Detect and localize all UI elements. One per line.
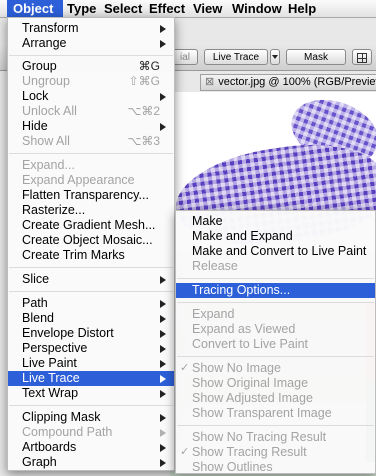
menu-item-compound-path[interactable]: Compound Path [8, 425, 174, 440]
menu-separator [177, 278, 374, 279]
submenu-arrow-icon [160, 429, 166, 437]
menu-item-show-tracing-result[interactable]: ✓ Show Tracing Result [176, 445, 375, 460]
menu-item-perspective[interactable]: Perspective [8, 341, 174, 356]
menu-view[interactable]: View [187, 0, 228, 17]
menu-item-envelope-distort[interactable]: Envelope Distort [8, 326, 174, 341]
menu-item-create-trim-marks[interactable]: Create Trim Marks [8, 248, 174, 263]
menu-separator [9, 291, 173, 292]
menu-item-create-object-mosaic[interactable]: Create Object Mosaic... [8, 233, 174, 248]
submenu-arrow-icon [160, 360, 166, 368]
menu-item-make[interactable]: Make [176, 214, 375, 229]
menu-item-expand-as-viewed[interactable]: Expand as Viewed [176, 322, 375, 337]
menu-item-clipping-mask[interactable]: Clipping Mask [8, 410, 174, 425]
partial-button[interactable]: ial [172, 49, 198, 65]
menu-item-blend[interactable]: Blend [8, 311, 174, 326]
menu-item-convert-to-live-paint[interactable]: Convert to Live Paint [176, 337, 375, 352]
menu-separator [177, 425, 374, 426]
menu-item-expand-appearance[interactable]: Expand Appearance [8, 173, 174, 188]
live-trace-submenu: Make Make and Expand Make and Convert to… [175, 210, 376, 474]
menu-separator [9, 405, 173, 406]
menu-item-live-trace[interactable]: Live Trace [8, 371, 174, 386]
menu-separator [9, 267, 173, 268]
menu-item-artboards[interactable]: Artboards [8, 440, 174, 455]
menu-item-make-and-expand[interactable]: Make and Expand [176, 229, 375, 244]
menu-effect[interactable]: Effect [143, 0, 191, 17]
menu-window[interactable]: Window [226, 0, 288, 17]
menu-bar: Object Type Select Effect View Window He… [0, 0, 376, 18]
menu-item-create-gradient-mesh[interactable]: Create Gradient Mesh... [8, 218, 174, 233]
mask-button[interactable]: Mask [286, 49, 346, 65]
menu-select[interactable]: Select [98, 0, 148, 17]
menu-item-tracing-options[interactable]: Tracing Options... [176, 283, 375, 298]
menu-separator [177, 302, 374, 303]
submenu-arrow-icon [160, 123, 166, 131]
menu-type[interactable]: Type [61, 0, 102, 17]
menu-object[interactable]: Object [7, 0, 63, 17]
menu-item-graph[interactable]: Graph [8, 455, 174, 470]
menu-separator [177, 356, 374, 357]
submenu-arrow-icon [160, 276, 166, 284]
tracing-presets-dropdown[interactable] [270, 49, 280, 65]
menu-item-show-adjusted-image[interactable]: Show Adjusted Image [176, 391, 375, 406]
submenu-arrow-icon [160, 375, 166, 383]
document-tab[interactable]: ⊠ vector.jpg @ 100% (RGB/Preview) [200, 74, 376, 91]
menu-item-transform[interactable]: Transform [8, 21, 174, 36]
menu-item-show-no-tracing-result[interactable]: Show No Tracing Result [176, 430, 375, 445]
submenu-arrow-icon [160, 390, 166, 398]
menu-help[interactable]: Help [282, 0, 322, 17]
menu-item-rasterize[interactable]: Rasterize... [8, 203, 174, 218]
menu-item-show-transparent-image[interactable]: Show Transparent Image [176, 406, 375, 421]
menu-item-show-no-image[interactable]: ✓ Show No Image [176, 361, 375, 376]
menu-item-show-all[interactable]: Show All ⌥⌘3 [8, 134, 174, 149]
submenu-arrow-icon [160, 330, 166, 338]
submenu-arrow-icon [160, 300, 166, 308]
menu-item-lock[interactable]: Lock [8, 89, 174, 104]
grid-icon [357, 53, 367, 63]
menu-separator [9, 55, 173, 56]
menu-item-arrange[interactable]: Arrange [8, 36, 174, 51]
submenu-arrow-icon [160, 93, 166, 101]
menu-item-flatten-transparency[interactable]: Flatten Transparency... [8, 188, 174, 203]
checkmark-icon: ✓ [180, 446, 190, 458]
menu-item-expand[interactable]: Expand... [8, 158, 174, 173]
menu-item-slice[interactable]: Slice [8, 272, 174, 287]
menu-separator [9, 153, 173, 154]
menu-item-show-outlines[interactable]: Show Outlines [176, 460, 375, 475]
close-icon[interactable]: ⊠ [205, 76, 214, 88]
submenu-arrow-icon [160, 315, 166, 323]
menu-item-show-original-image[interactable]: Show Original Image [176, 376, 375, 391]
object-menu: Transform Arrange Group ⌘G Ungroup ⇧⌘G Loc… [7, 17, 175, 471]
document-title: vector.jpg @ 100% (RGB/Preview) [218, 76, 376, 88]
chevron-down-icon [272, 55, 278, 59]
menu-item-make-and-convert-live-paint[interactable]: Make and Convert to Live Paint [176, 244, 375, 259]
submenu-arrow-icon [160, 345, 166, 353]
menu-item-ungroup[interactable]: Ungroup ⇧⌘G [8, 74, 174, 89]
menu-item-live-paint[interactable]: Live Paint [8, 356, 174, 371]
options-button[interactable] [352, 49, 372, 65]
live-trace-button[interactable]: Live Trace [204, 49, 268, 65]
checkmark-icon: ✓ [180, 362, 190, 374]
menu-item-release[interactable]: Release [176, 259, 375, 274]
menu-item-group[interactable]: Group ⌘G [8, 59, 174, 74]
submenu-arrow-icon [160, 40, 166, 48]
menu-item-text-wrap[interactable]: Text Wrap [8, 386, 174, 401]
menu-item-path[interactable]: Path [8, 296, 174, 311]
menu-item-hide[interactable]: Hide [8, 119, 174, 134]
submenu-arrow-icon [160, 459, 166, 467]
menu-item-unlock-all[interactable]: Unlock All ⌥⌘2 [8, 104, 174, 119]
submenu-arrow-icon [160, 444, 166, 452]
menu-item-expand[interactable]: Expand [176, 307, 375, 322]
submenu-arrow-icon [160, 25, 166, 33]
submenu-arrow-icon [160, 414, 166, 422]
